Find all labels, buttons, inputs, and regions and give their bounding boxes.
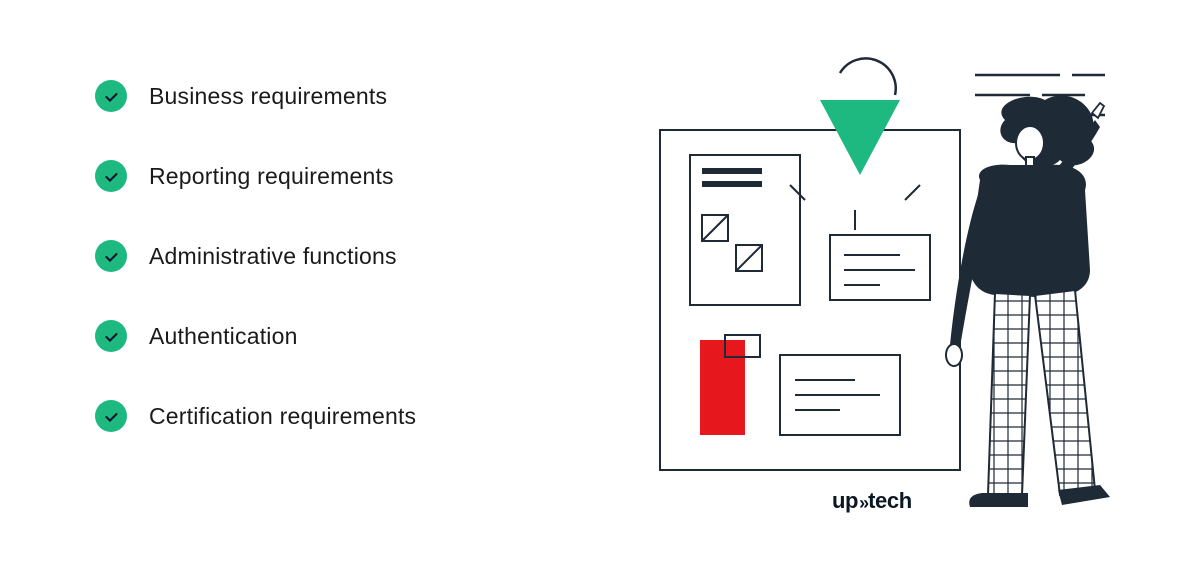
logo-part2: tech [868, 488, 912, 513]
list-item-label: Certification requirements [149, 403, 416, 430]
list-item-label: Reporting requirements [149, 163, 394, 190]
logo-separator-icon: » [858, 493, 868, 514]
checkmark-icon [95, 240, 127, 272]
checkmark-icon [95, 80, 127, 112]
list-item-label: Authentication [149, 323, 298, 350]
list-item: Certification requirements [95, 400, 416, 432]
list-item: Reporting requirements [95, 160, 416, 192]
board-illustration [630, 35, 1130, 535]
list-item-label: Administrative functions [149, 243, 397, 270]
checkmark-icon [95, 320, 127, 352]
checkmark-icon [95, 400, 127, 432]
list-item: Business requirements [95, 80, 416, 112]
list-item: Authentication [95, 320, 416, 352]
logo-part1: up [832, 488, 858, 513]
list-item: Administrative functions [95, 240, 416, 272]
requirement-list: Business requirements Reporting requirem… [95, 80, 416, 432]
checkmark-icon [95, 160, 127, 192]
uptech-logo: up»tech [832, 488, 912, 514]
list-item-label: Business requirements [149, 83, 387, 110]
